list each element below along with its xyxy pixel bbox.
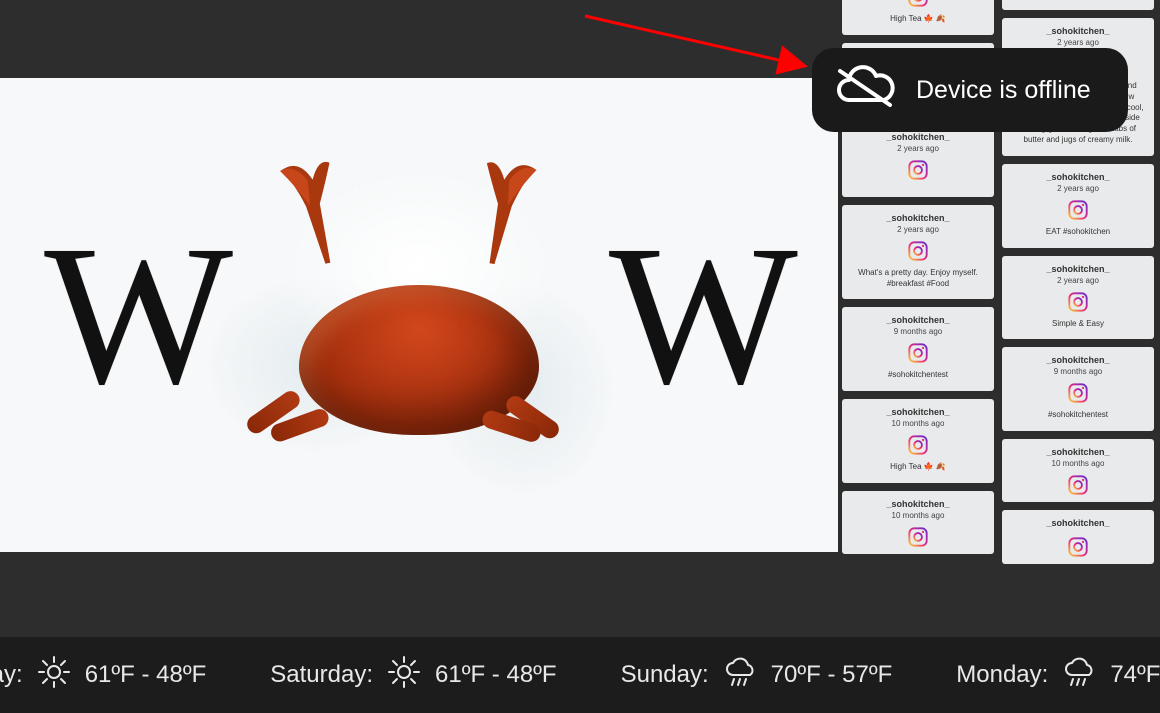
weather-day-label: Sunday:	[621, 661, 709, 689]
weather-day: Sunday: 70ºF - 57ºF	[621, 655, 893, 696]
cloud-offline-icon	[834, 65, 898, 116]
instagram-icon	[907, 159, 929, 183]
feed-timestamp: 2 years ago	[897, 225, 939, 234]
hero-wow-graphic: W W	[0, 78, 838, 552]
instagram-icon	[1067, 382, 1089, 406]
feed-card[interactable]: _sohokitchen_ 2 years ago What's a pretty …	[842, 205, 994, 300]
sun-icon	[37, 655, 71, 696]
feed-caption: #sohokitchentest	[884, 370, 952, 381]
rain-icon	[723, 655, 757, 696]
instagram-icon	[907, 342, 929, 366]
instagram-icon	[907, 0, 929, 10]
feed-timestamp: 10 months ago	[892, 511, 945, 520]
feed-card[interactable]: High Tea 🍁 🍂	[842, 0, 994, 35]
feed-caption: High Tea 🍁 🍂	[886, 462, 950, 473]
feed-card[interactable]: _sohokitchen_ 10 months ago	[842, 491, 994, 554]
feed-username: _sohokitchen_	[886, 407, 949, 417]
annotation-arrow	[580, 8, 820, 78]
weather-day-label: iday:	[0, 661, 23, 689]
feed-card[interactable]: _sohokitchen_ 10 months ago High Tea 🍁 🍂	[842, 399, 994, 483]
instagram-icon	[1067, 199, 1089, 223]
feed-username: _sohokitchen_	[886, 213, 949, 223]
feed-username: _sohokitchen_	[886, 499, 949, 509]
weather-day-label: Saturday:	[270, 661, 373, 689]
feed-timestamp: 9 months ago	[894, 327, 942, 336]
crab-graphic	[269, 165, 569, 465]
feed-card[interactable]: _sohokitchen_	[1002, 510, 1154, 564]
feed-caption: High Tea 🍁 🍂	[886, 14, 950, 25]
instagram-icon	[1067, 474, 1089, 498]
offline-toast-text: Device is offline	[916, 76, 1091, 105]
feed-username: _sohokitchen_	[1046, 26, 1109, 36]
weather-temp: 70ºF - 57ºF	[771, 661, 893, 689]
feed-username: _sohokitchen_	[1046, 518, 1109, 528]
weather-temp: 74ºF - 67	[1110, 661, 1160, 689]
feed-username: _sohokitchen_	[1046, 447, 1109, 457]
feed-username: _sohokitchen_	[1046, 172, 1109, 182]
feed-timestamp: 10 months ago	[892, 419, 945, 428]
weather-bar: iday: 61ºF - 48ºF Saturday: 61ºF - 48ºF Sund…	[0, 637, 1160, 713]
feed-card[interactable]: _sohokitchen_ 10 months ago	[1002, 439, 1154, 502]
feed-card[interactable]: _sohokitchen_ 9 months ago #sohokitchentes…	[1002, 347, 1154, 431]
instagram-icon	[1067, 536, 1089, 560]
feed-timestamp: 2 years ago	[1057, 184, 1099, 193]
weather-day-label: Monday:	[956, 661, 1048, 689]
feed-card[interactable]: _sohokitchen_ 2 years ago Simple & Easy	[1002, 256, 1154, 340]
feed-timestamp: 2 years ago	[897, 144, 939, 153]
feed-timestamp: 2 years ago	[1057, 276, 1099, 285]
hero-image: W W	[0, 78, 838, 552]
weather-day: Saturday: 61ºF - 48ºF	[270, 655, 556, 696]
weather-temp: 61ºF - 48ºF	[85, 661, 207, 689]
feed-timestamp: 10 months ago	[1052, 459, 1105, 468]
feed-card[interactable]: _sohokitchen_ 2 years ago EAT #sohokitchen	[1002, 164, 1154, 248]
instagram-icon	[1067, 291, 1089, 315]
instagram-icon	[907, 240, 929, 264]
instagram-icon	[907, 526, 929, 550]
feed-username: _sohokitchen_	[1046, 355, 1109, 365]
feed-card[interactable]: _sohokitchen_ 9 months ago #sohokitchentes…	[842, 307, 994, 391]
feed-caption: EAT #sohokitchen	[1042, 227, 1114, 238]
sun-icon	[387, 655, 421, 696]
feed-caption: What's a pretty day. Enjoy myself. #brea…	[848, 268, 988, 290]
weather-day: Monday: 74ºF - 67	[956, 655, 1160, 696]
weather-day: iday: 61ºF - 48ºF	[0, 655, 206, 696]
weather-temp: 61ºF - 48ºF	[435, 661, 557, 689]
feed-timestamp: 2 years ago	[1057, 38, 1099, 47]
feed-caption: #sohokitchentest	[1044, 410, 1112, 421]
rain-icon	[1062, 655, 1096, 696]
feed-card[interactable]	[1002, 0, 1154, 10]
feed-username: _sohokitchen_	[886, 132, 949, 142]
feed-card[interactable]: _sohokitchen_ 2 years ago	[842, 124, 994, 197]
feed-username: _sohokitchen_	[1046, 264, 1109, 274]
feed-timestamp: 9 months ago	[1054, 367, 1102, 376]
feed-username: _sohokitchen_	[886, 315, 949, 325]
feed-caption: Simple & Easy	[1048, 319, 1108, 330]
offline-toast: Device is offline	[812, 48, 1128, 132]
instagram-icon	[907, 434, 929, 458]
